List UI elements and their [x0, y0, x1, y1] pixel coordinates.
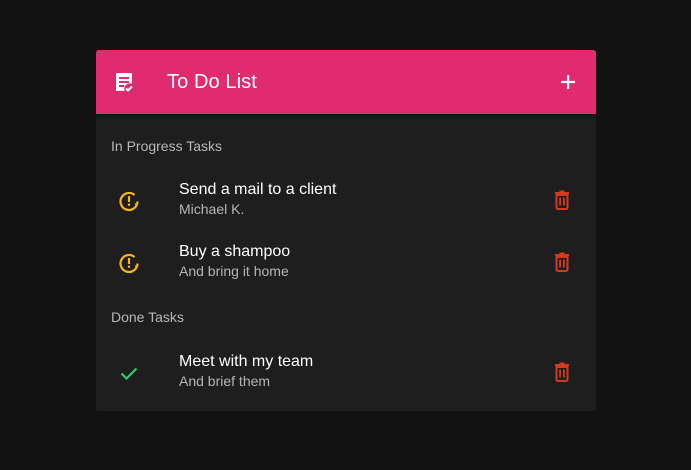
task-subtitle: And bring it home: [179, 263, 289, 279]
section-header-in-progress: In Progress Tasks: [111, 138, 223, 154]
pending-alert-icon: [117, 251, 141, 275]
delete-icon: [555, 362, 569, 382]
add-task-button[interactable]: [556, 70, 580, 94]
task-title: Buy a shampoo: [179, 243, 291, 260]
delete-task-button[interactable]: [550, 360, 574, 384]
page-title: To Do List: [167, 71, 257, 93]
check-icon: [117, 361, 141, 385]
toolbar: To Do List: [96, 50, 596, 114]
add-icon: [561, 75, 575, 89]
list-item[interactable]: Buy a shampoo And bring it home: [96, 234, 596, 290]
delete-icon: [555, 190, 569, 210]
task-subtitle: And brief them: [179, 373, 271, 389]
delete-icon: [555, 252, 569, 272]
list-item[interactable]: Meet with my team And brief them: [96, 344, 596, 400]
todo-card: To Do List In Progress Tasks Send a mail…: [96, 50, 596, 411]
task-title: Meet with my team: [179, 353, 314, 370]
delete-task-button[interactable]: [550, 188, 574, 212]
task-title: Send a mail to a client: [179, 181, 337, 198]
assignment-icon: [112, 70, 136, 94]
list-item[interactable]: Send a mail to a client Michael K.: [96, 172, 596, 228]
delete-task-button[interactable]: [550, 250, 574, 274]
task-subtitle: Michael K.: [179, 201, 245, 217]
pending-alert-icon: [117, 189, 141, 213]
section-header-done: Done Tasks: [111, 309, 184, 325]
